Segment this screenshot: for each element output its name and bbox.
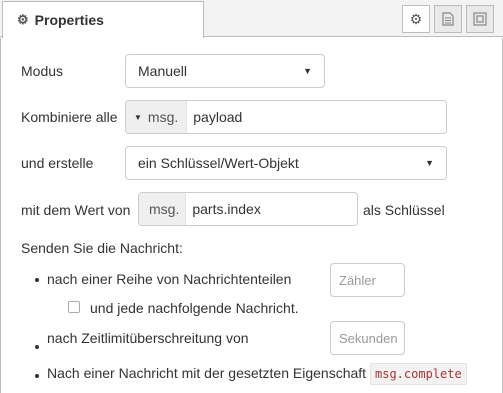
- modus-value: Manuell: [138, 63, 188, 79]
- chevron-down-icon: ▼: [425, 158, 434, 168]
- caret-down-icon: ▼: [134, 112, 142, 122]
- each-following-checkbox[interactable]: [68, 301, 80, 313]
- tab-properties-label: Properties: [34, 12, 104, 28]
- frame-icon: [473, 12, 487, 26]
- create-value: ein Schlüssel/Wert-Objekt: [138, 155, 299, 171]
- gear-icon: ⚙: [17, 12, 29, 27]
- combine-value: payload: [193, 109, 243, 125]
- document-icon: [442, 12, 454, 26]
- modus-select[interactable]: Manuell ▼: [125, 54, 325, 88]
- timeout-label: nach Zeitlimitüberschreitung von: [47, 330, 249, 346]
- modus-label: Modus: [21, 63, 64, 79]
- key-prefix-box: msg.: [139, 193, 187, 225]
- create-label: und erstelle: [21, 155, 94, 171]
- tab-bar: ⚙ Properties ⚙: [0, 0, 503, 38]
- bullet: [35, 345, 39, 349]
- type-select-button[interactable]: ▼ msg.: [126, 101, 188, 133]
- key-property-input[interactable]: msg. parts.index: [138, 192, 358, 226]
- tab-settings[interactable]: ⚙: [402, 5, 430, 33]
- bullet: [35, 374, 39, 378]
- msg-prefix: msg.: [149, 201, 180, 217]
- tab-description[interactable]: [434, 5, 462, 33]
- gear-icon: ⚙: [409, 10, 423, 27]
- send-heading: Senden Sie die Nachricht:: [21, 240, 183, 256]
- count-input[interactable]: Zähler: [330, 263, 405, 297]
- key-value: parts.index: [192, 201, 261, 217]
- combine-property-input[interactable]: ▼ msg. payload: [125, 100, 447, 134]
- bullet: [35, 278, 39, 282]
- count-placeholder: Zähler: [339, 272, 376, 288]
- tab-properties[interactable]: ⚙ Properties: [2, 1, 204, 38]
- msg-prefix: msg.: [147, 109, 179, 125]
- tab-appearance[interactable]: [466, 5, 494, 33]
- key-suffix-label: als Schlüssel: [363, 202, 445, 218]
- timeout-seconds-input[interactable]: Sekunden: [330, 321, 405, 355]
- key-label: mit dem Wert von: [21, 202, 131, 218]
- combine-label: Kombiniere alle: [21, 109, 118, 125]
- chevron-down-icon: ▼: [303, 66, 312, 76]
- complete-label: Nach einer Nachricht mit der gesetzten E…: [47, 365, 367, 381]
- send-parts-label: nach einer Reihe von Nachrichtenteilen: [47, 271, 292, 287]
- seconds-placeholder: Sekunden: [339, 330, 398, 346]
- complete-property-code: msg.complete: [370, 363, 467, 385]
- create-select[interactable]: ein Schlüssel/Wert-Objekt ▼: [125, 146, 447, 180]
- properties-panel: Modus Manuell ▼ Kombiniere alle ▼ msg. p…: [0, 38, 503, 393]
- each-following-label: und jede nachfolgende Nachricht.: [90, 300, 299, 316]
